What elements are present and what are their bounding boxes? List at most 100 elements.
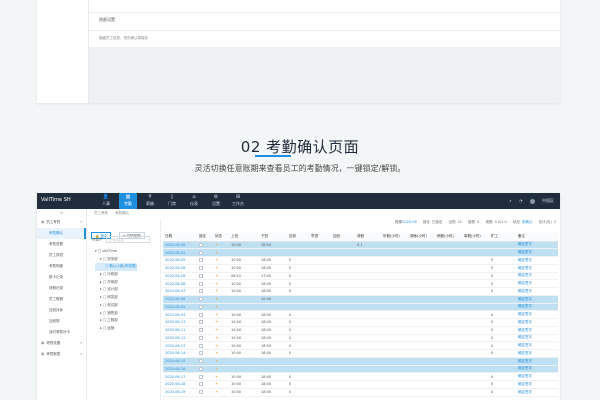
lock-checkbox[interactable] [199,374,203,379]
bell-icon[interactable]: ◔ [519,198,523,203]
tree-node[interactable]: ▸ ▢ 研发部 [95,294,137,302]
lock-checkbox[interactable] [199,312,203,317]
lock-checkbox[interactable] [199,382,203,387]
table-row[interactable]: 2020-06-19 ☀ 10:00 18:00 0 0 确定签字 [163,388,558,397]
table-row[interactable]: 2020-06-13 ☀ 10:00 18:00 0 0 确定签字 [163,341,558,350]
column-header[interactable]: 下班 [259,233,287,242]
date-cell[interactable]: 2020-06-15 [163,357,197,366]
tree-node[interactable]: ▸ ▢ 设计部 [95,286,137,294]
date-cell[interactable]: 2020-06-16 [163,365,197,374]
nav-tab-6[interactable]: ⊞ 工作台 [229,193,247,209]
table-row[interactable]: 2020-06-29 ☀ 10:00 18:00 0 0 确定签字 [163,256,558,265]
lock-checkbox[interactable] [199,328,203,333]
lock-checkbox[interactable] [199,320,203,325]
lock-checkbox[interactable] [199,273,203,278]
search-input[interactable]: 工号/姓名 [105,236,150,243]
column-header[interactable]: 年假(小时) [381,233,408,242]
column-header[interactable]: 调休(小时) [408,233,435,242]
date-cell[interactable]: 2020-06-12 [163,334,197,343]
date-cell[interactable]: 2020-06-29 [163,256,197,265]
date-cell[interactable]: 2020-06-13 [163,341,197,350]
period-value[interactable]: 2020-06 [402,220,417,224]
sidebar-item[interactable]: 考勤明细 [37,261,86,272]
note-link[interactable]: 确定签字 [516,248,558,257]
sidebar-item[interactable]: 数卡记录 [37,272,86,283]
tree-node[interactable]: ▢ 默认小组(有权限) [95,263,137,272]
nav-tab-4[interactable]: ⌂ 仪表 [185,193,203,209]
note-link[interactable]: 确定签字 [516,295,558,304]
note-link[interactable]: 确定签字 [516,279,558,288]
lock-checkbox[interactable] [199,366,203,371]
note-link[interactable]: 确定签字 [516,264,558,273]
table-row[interactable]: 2020-06-14 ☀ 10:00 18:00 0 0 确定签字 [163,349,558,358]
table-row[interactable]: 2020-06-08 ☀ 10:00 18:00 0 0 确定签字 [163,279,558,288]
sidebar-item[interactable]: 员工排班 [37,250,86,261]
sidebar-item[interactable]: 考勤确认 [37,228,86,239]
note-link[interactable]: 确定签字 [516,349,558,358]
table-row[interactable]: 2020-06-11 ☀ 10:00 18:00 0 0 确定签字 [163,326,558,335]
note-link[interactable]: 确定签字 [516,310,558,319]
note-link[interactable]: 确定签字 [516,287,558,296]
table-row[interactable]: 2020-06-15 ☀ 确定签字 [163,357,558,366]
table-row[interactable]: 2020-06-12 ☀ 10:00 18:00 0 0 确定签字 [163,334,558,343]
table-row[interactable]: 2020-06-06 ☀ 10:40 确定签字 [163,295,558,304]
tree-node[interactable]: ▾ ▢ 财务部 [95,256,137,264]
avatar[interactable] [529,198,535,204]
table-row[interactable]: 2020-06-13 ☀ 10:00 18:00 0 0 确定签字 [163,318,558,327]
date-cell[interactable]: 2020-06-07 [163,287,197,296]
sidebar-group[interactable]: ▣ 考勤设置 ▾ [37,338,86,349]
lock-checkbox[interactable] [199,351,203,356]
table-row[interactable]: 2020-06-30 ☀ 10:00 18:04 0.1 确定签字 [163,241,558,250]
lock-checkbox[interactable] [199,242,203,247]
date-cell[interactable]: 2020-06-05 [163,303,197,312]
breadcrumb-item[interactable]: 员工考勤 [94,211,108,215]
tree-node[interactable]: ▸ ▢ 销售部 [95,310,137,318]
date-cell[interactable]: 2020-06-11 [163,326,197,335]
nav-tab-3[interactable]: ▯ 门禁 [163,193,181,209]
tree-node[interactable]: ▸ ▢ 行政部 [95,271,137,279]
sidebar-item[interactable]: 员工假期 [37,294,86,305]
table-row[interactable]: 2020-06-04 ☀ 10:00 18:00 0 0 确定签字 [163,310,558,319]
lock-checkbox[interactable] [199,359,203,364]
sidebar-item[interactable]: 请假记录 [37,283,86,294]
column-header[interactable]: 旷工 [489,233,516,242]
nav-tab-5[interactable]: ⚙ 设置 [207,193,225,209]
column-header[interactable]: 备注 [516,233,558,242]
date-cell[interactable]: 2020-06-13 [163,318,197,327]
date-cell[interactable]: 2020-06-17 [163,372,197,381]
date-cell[interactable]: 2020-06-14 [163,349,197,358]
column-header[interactable]: 加班 [331,233,355,242]
menu-collapse-icon[interactable]: ≡ [37,209,86,217]
lock-checkbox[interactable] [199,297,203,302]
table-row[interactable]: 2020-06-28 ☀ 10:00 18:00 0 0 确定签字 [163,264,558,273]
table-row[interactable]: 2020-06-26 ☀ 08:10 17:00 0 0 确定签字 [163,272,558,281]
lock-checkbox[interactable] [199,390,203,395]
column-header[interactable]: 请假 [355,233,381,242]
note-link[interactable]: 确定签字 [516,341,558,350]
sidebar-group[interactable]: ▣ 员工考勤 ▾ [37,217,86,228]
lock-checkbox[interactable] [199,281,203,286]
sidebar-item[interactable]: 加班补休 [37,305,86,316]
tree-node[interactable]: ▸ ▢ 市场部 [95,279,137,287]
column-header[interactable]: 上班 [229,233,259,242]
column-header[interactable]: 锁定 [197,233,213,242]
note-link[interactable]: 确定签字 [516,318,558,327]
date-cell[interactable]: 2020-06-26 [163,272,197,281]
note-link[interactable]: 确定签字 [516,256,558,265]
table-row[interactable]: 2020-06-07 ☀ 10:00 18:00 0 0 确定签字 [163,287,558,296]
table-row[interactable]: 2020-06-05 ☀ 确定签字 [163,303,558,312]
column-header[interactable]: 病假(小时) [435,233,462,242]
tree-node[interactable]: ▸ ▢ 运营 [95,325,137,333]
date-cell[interactable]: 2020-06-02 [163,248,197,257]
nav-tab-0[interactable]: 👤 人事 [97,193,115,209]
note-link[interactable]: 确定签字 [516,334,558,343]
lock-checkbox[interactable] [199,250,203,255]
date-cell[interactable]: 2020-06-19 [163,388,197,397]
note-link[interactable]: 确定签字 [516,372,558,381]
nav-tab-1[interactable]: ▦ 考勤 [119,193,137,209]
column-header[interactable]: 状态 [213,233,229,242]
note-link[interactable]: 确定签字 [516,326,558,335]
sidebar-item[interactable]: 加班规 [37,316,86,327]
date-cell[interactable]: 2020-06-30 [163,241,197,250]
lock-checkbox[interactable] [199,343,203,348]
